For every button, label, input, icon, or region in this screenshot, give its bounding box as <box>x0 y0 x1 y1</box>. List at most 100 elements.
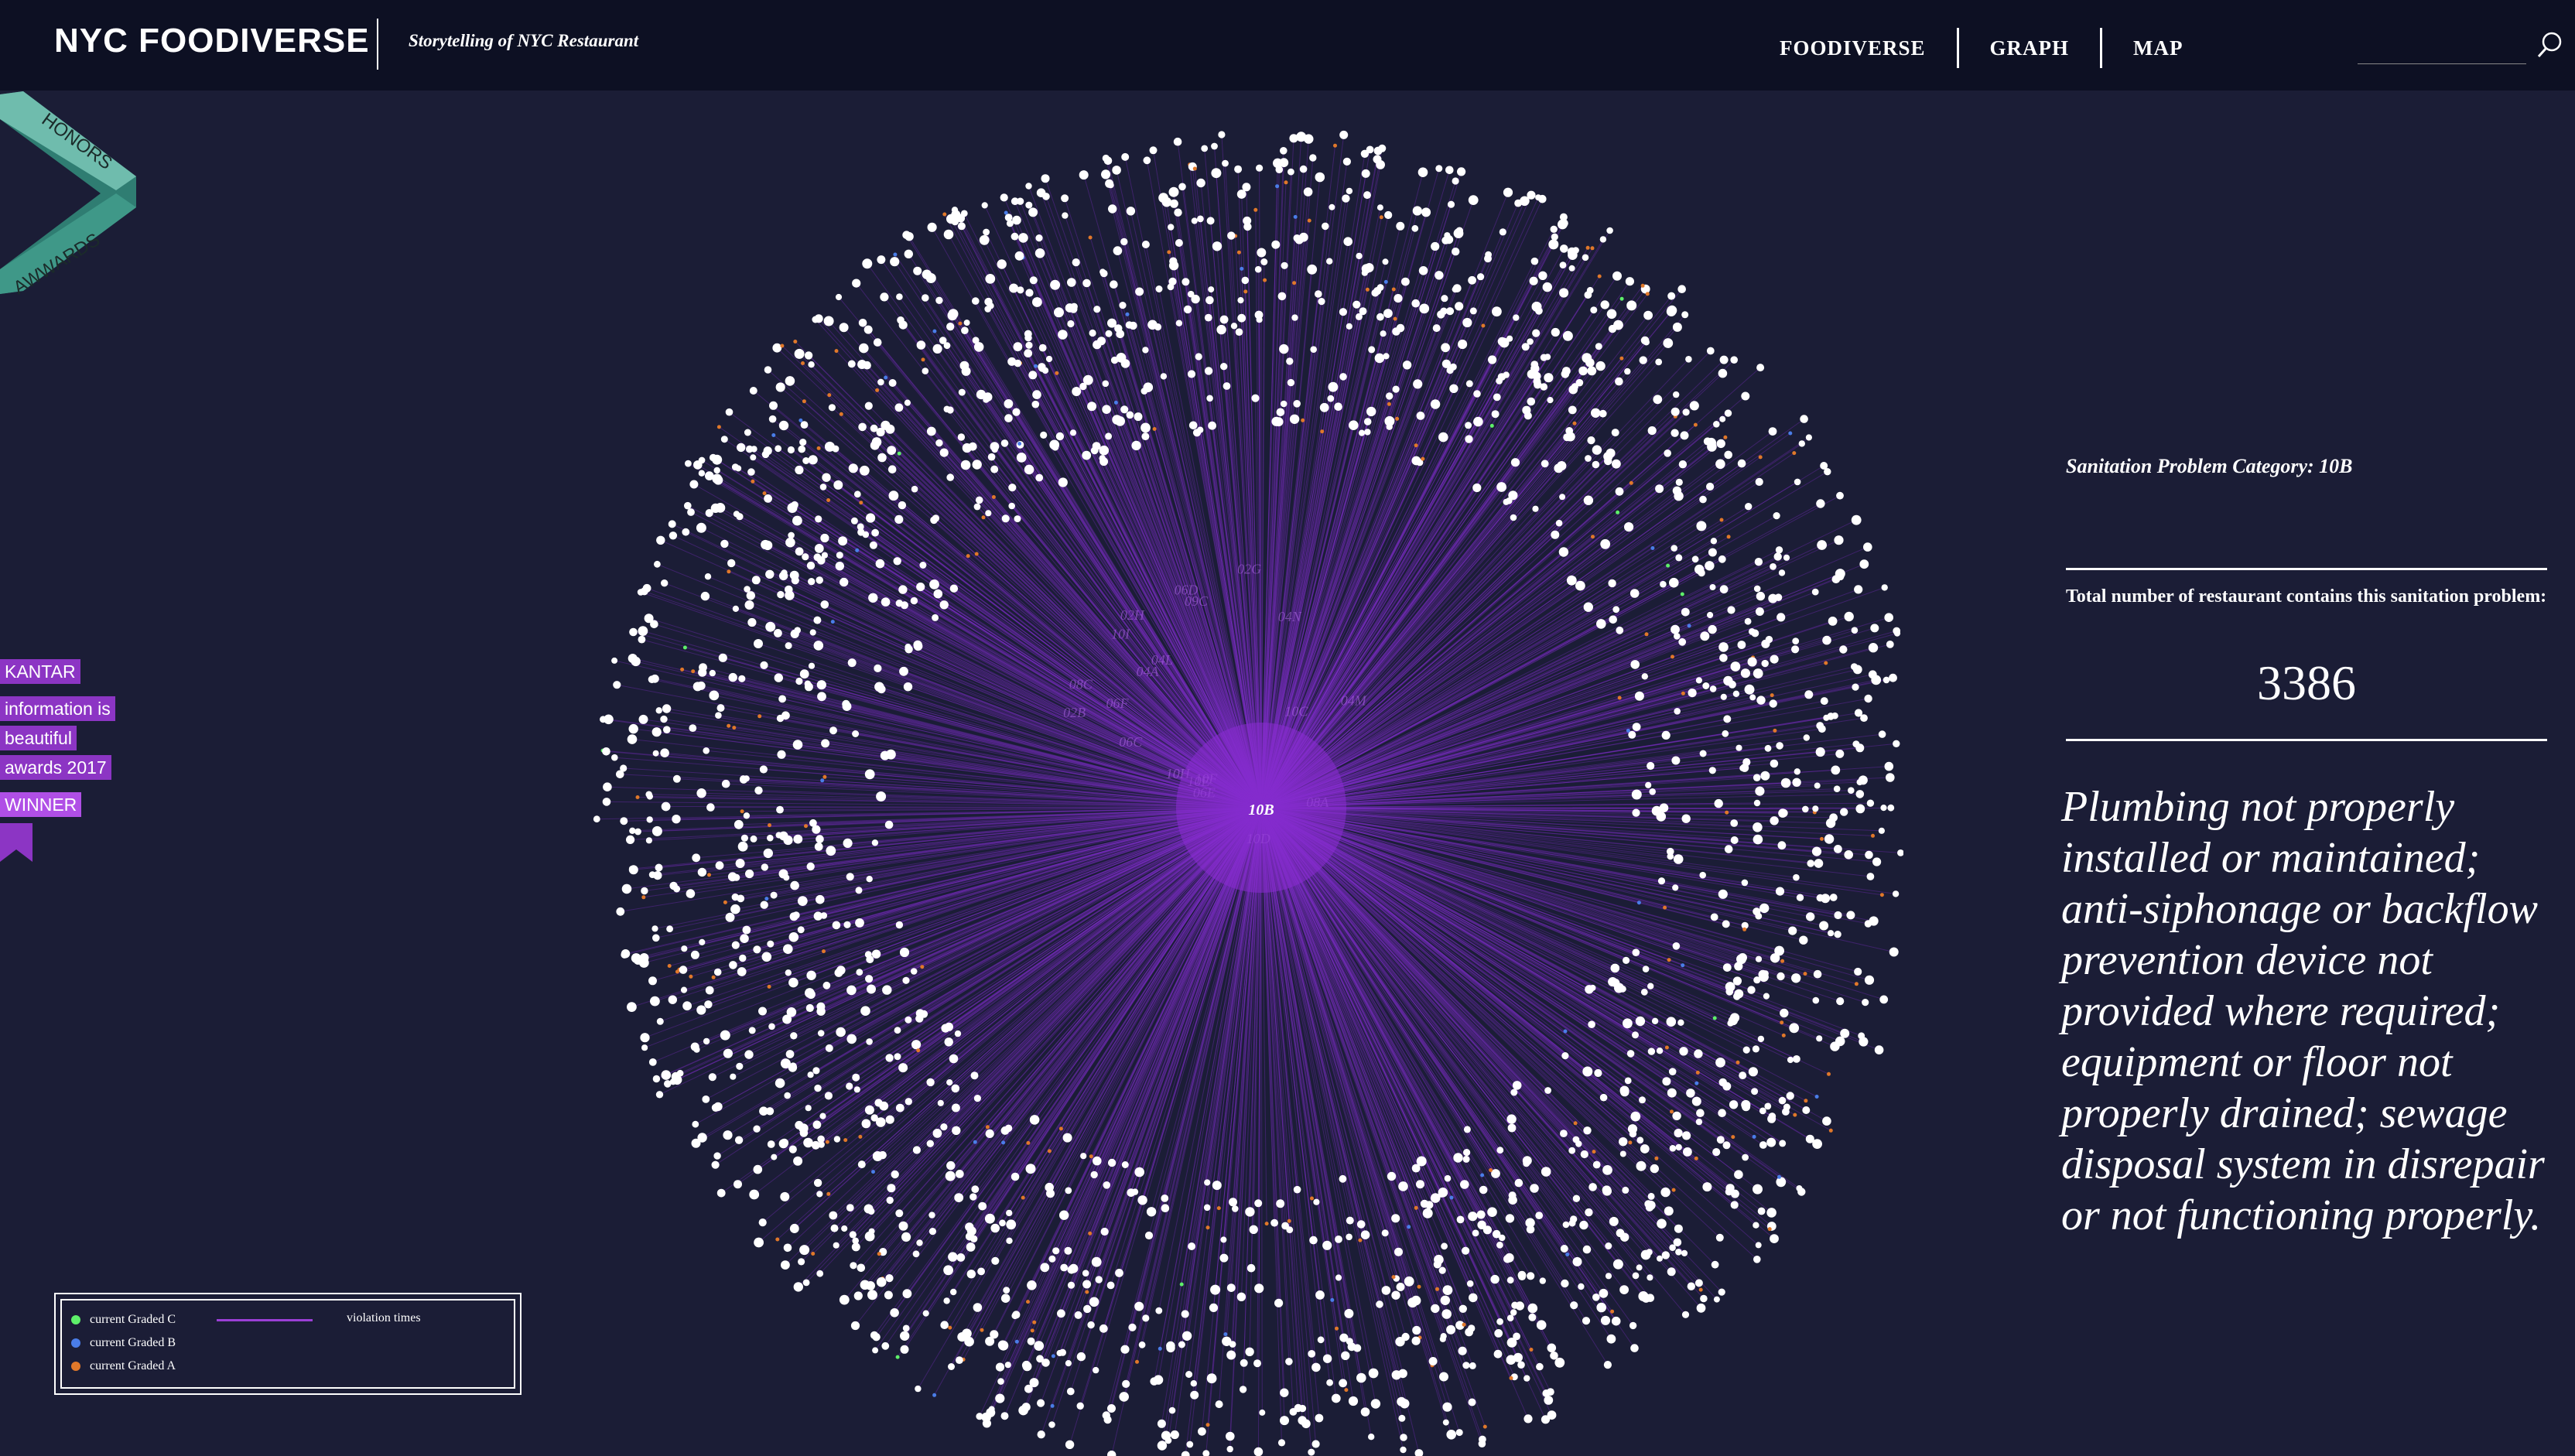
graph-node[interactable] <box>629 827 636 834</box>
graph-node[interactable] <box>1004 399 1014 408</box>
graph-node[interactable] <box>1694 1081 1699 1085</box>
graph-node[interactable] <box>1532 505 1539 512</box>
graph-node[interactable] <box>1040 431 1048 439</box>
graph-node[interactable] <box>1442 1419 1449 1426</box>
graph-node[interactable] <box>720 436 728 443</box>
graph-node[interactable] <box>1387 402 1391 406</box>
graph-node[interactable] <box>1441 1242 1448 1250</box>
graph-node[interactable] <box>740 834 749 842</box>
graph-node[interactable] <box>1254 1199 1263 1208</box>
graph-node[interactable] <box>1527 397 1536 406</box>
graph-node[interactable] <box>1383 279 1388 284</box>
graph-node[interactable] <box>725 912 735 922</box>
graph-node[interactable] <box>1037 1399 1045 1407</box>
graph-node[interactable] <box>1347 1342 1356 1352</box>
graph-node[interactable] <box>826 846 836 856</box>
graph-node[interactable] <box>759 1106 768 1116</box>
graph-node[interactable] <box>1819 921 1829 931</box>
graph-node[interactable] <box>1025 1164 1036 1174</box>
graph-node[interactable] <box>834 349 839 354</box>
search-input[interactable] <box>2358 31 2526 64</box>
graph-node[interactable] <box>1028 207 1038 217</box>
graph-node[interactable] <box>768 1023 775 1030</box>
graph-node[interactable] <box>1284 180 1288 185</box>
graph-node[interactable] <box>1355 313 1363 320</box>
graph-node[interactable] <box>1414 443 1418 448</box>
graph-node[interactable] <box>1761 639 1770 648</box>
graph-node[interactable] <box>1680 431 1689 440</box>
graph-node[interactable] <box>1769 699 1777 708</box>
graph-node[interactable] <box>785 376 795 386</box>
graph-node[interactable] <box>775 1237 780 1242</box>
satellite-label[interactable]: 09C <box>1185 593 1209 609</box>
graph-node[interactable] <box>1134 1167 1144 1177</box>
graph-node[interactable] <box>1897 849 1903 856</box>
graph-node[interactable] <box>1201 145 1209 152</box>
graph-node[interactable] <box>1650 1164 1659 1174</box>
graph-node[interactable] <box>916 1239 923 1246</box>
graph-node[interactable] <box>799 669 809 679</box>
graph-node[interactable] <box>1416 1180 1424 1189</box>
graph-node[interactable] <box>811 1252 816 1256</box>
graph-node[interactable] <box>1619 1150 1626 1157</box>
graph-node[interactable] <box>1432 324 1441 333</box>
graph-node[interactable] <box>1264 1222 1269 1226</box>
graph-node[interactable] <box>1004 214 1013 221</box>
graph-node[interactable] <box>1012 215 1021 225</box>
graph-node[interactable] <box>788 531 795 539</box>
graph-node[interactable] <box>1422 1208 1433 1218</box>
graph-node[interactable] <box>1298 232 1308 242</box>
graph-node[interactable] <box>1525 1218 1535 1228</box>
graph-node[interactable] <box>829 1211 838 1220</box>
graph-node[interactable] <box>750 835 757 842</box>
graph-node[interactable] <box>1536 1362 1544 1371</box>
graph-node[interactable] <box>790 880 799 890</box>
graph-node[interactable] <box>1773 552 1782 561</box>
graph-node[interactable] <box>1708 767 1716 774</box>
graph-node[interactable] <box>1479 1185 1488 1195</box>
graph-node[interactable] <box>1510 1309 1517 1316</box>
graph-node[interactable] <box>681 945 688 952</box>
graph-node[interactable] <box>1444 232 1451 239</box>
graph-node[interactable] <box>1588 1183 1597 1191</box>
graph-node[interactable] <box>955 1170 964 1178</box>
graph-node[interactable] <box>1235 328 1243 337</box>
graph-node[interactable] <box>882 985 892 995</box>
graph-node[interactable] <box>1793 1113 1797 1117</box>
graph-node[interactable] <box>768 823 771 828</box>
graph-node[interactable] <box>864 402 873 410</box>
graph-node[interactable] <box>1218 131 1226 138</box>
graph-node[interactable] <box>910 596 918 605</box>
graph-node[interactable] <box>1846 911 1855 920</box>
graph-node[interactable] <box>747 468 755 476</box>
graph-node[interactable] <box>1257 248 1267 258</box>
graph-node[interactable] <box>1884 761 1894 771</box>
graph-node[interactable] <box>877 453 887 463</box>
graph-node[interactable] <box>673 885 681 893</box>
graph-node[interactable] <box>1226 1445 1233 1453</box>
graph-node[interactable] <box>1650 546 1655 550</box>
graph-node[interactable] <box>782 1014 792 1024</box>
graph-node[interactable] <box>1237 297 1244 304</box>
graph-node[interactable] <box>1788 926 1797 935</box>
graph-node[interactable] <box>1753 1256 1761 1263</box>
graph-node[interactable] <box>1599 1093 1608 1102</box>
graph-node[interactable] <box>1191 294 1200 304</box>
graph-node[interactable] <box>1679 1047 1688 1056</box>
graph-node[interactable] <box>1168 186 1179 197</box>
graph-node[interactable] <box>1579 1220 1588 1230</box>
graph-node[interactable] <box>1001 1140 1006 1145</box>
graph-node[interactable] <box>768 415 777 423</box>
graph-node[interactable] <box>999 1219 1006 1227</box>
graph-node[interactable] <box>1083 1304 1092 1314</box>
graph-node[interactable] <box>807 1071 814 1078</box>
graph-node[interactable] <box>1497 337 1506 346</box>
graph-node[interactable] <box>1072 258 1080 267</box>
graph-node[interactable] <box>1463 1126 1471 1133</box>
graph-node[interactable] <box>961 326 969 335</box>
graph-node[interactable] <box>1205 296 1214 305</box>
graph-node[interactable] <box>1770 759 1779 768</box>
graph-node[interactable] <box>969 1193 977 1201</box>
graph-node[interactable] <box>1017 442 1022 446</box>
graph-node[interactable] <box>1712 1148 1721 1157</box>
